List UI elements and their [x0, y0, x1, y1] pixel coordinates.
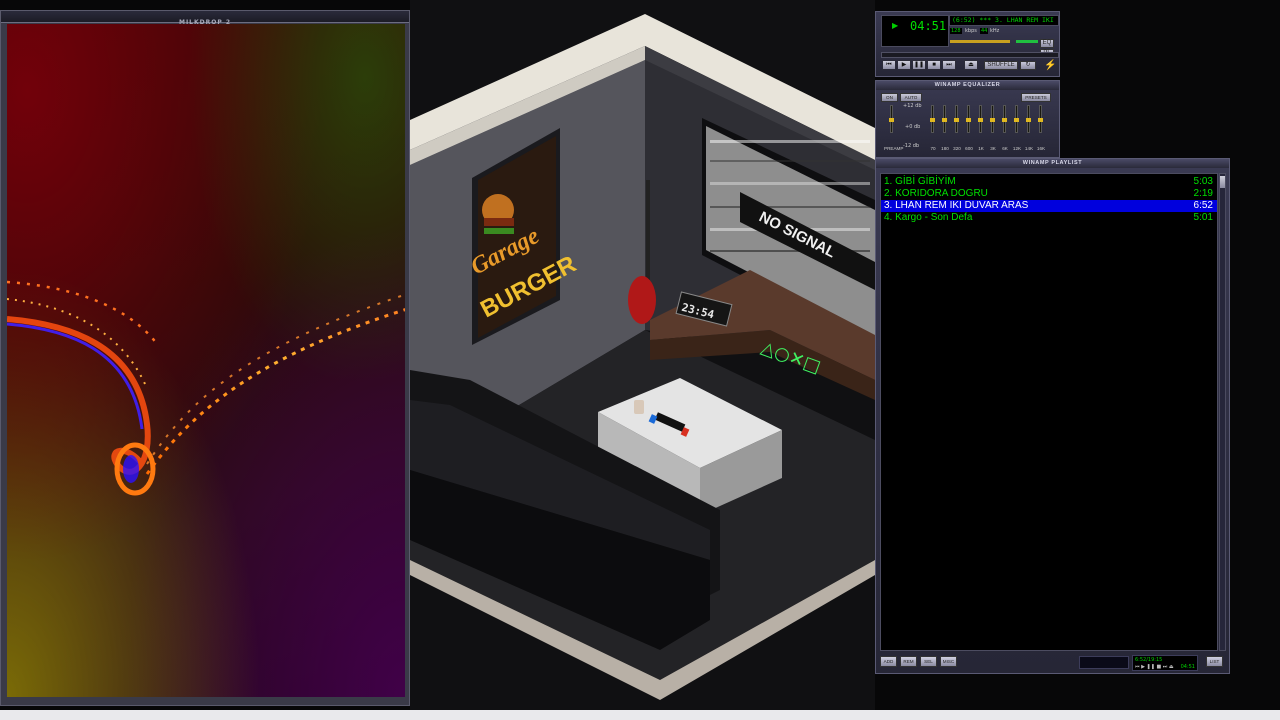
winamp-main-window[interactable]: ▶ 04:51 (6:52) *** 3. LHAN REM IKI D 128… [875, 11, 1060, 77]
eq-band-slider[interactable] [930, 105, 935, 133]
eq-band-slider[interactable] [978, 105, 983, 133]
taskbar [0, 710, 1280, 720]
next-button[interactable]: ⏭ [942, 60, 956, 70]
mini-transport-icons[interactable]: ⏮ ▶ ❚❚ ■ ⏭ ⏏ [1135, 664, 1174, 670]
eq-band-slider[interactable] [966, 105, 971, 133]
playlist-titlebar[interactable]: WINAMP PLAYLIST [876, 159, 1229, 168]
playlist-mini-time: 04:51 [1180, 664, 1195, 670]
db-mid-label: +0 db [905, 124, 921, 130]
misc-button[interactable]: MISC [940, 656, 957, 667]
samplerate-label: kHz [990, 28, 1000, 34]
eq-band-slider[interactable] [1002, 105, 1007, 133]
playlist-item-selected[interactable]: 3. LHAN REM IKI DUVAR ARAS 6:52 [881, 200, 1217, 212]
eq-on-button[interactable]: ON [881, 93, 898, 102]
desktop-wallpaper: Garage BURGER NO SIGNAL 23:54 △○✕□ [410, 0, 875, 710]
eject-button[interactable]: ⏏ [964, 60, 978, 70]
play-button[interactable]: ▶ [897, 60, 911, 70]
milkdrop-window[interactable]: MILKDROP 2 [0, 10, 410, 706]
pause-button[interactable]: ❚❚ [912, 60, 926, 70]
playlist-mini-display: 6:52/19:15 ⏮ ▶ ❚❚ ■ ⏭ ⏏ 04:51 [1132, 655, 1198, 671]
balance-slider[interactable] [1016, 40, 1038, 43]
playlist-window[interactable]: WINAMP PLAYLIST 1. GİBİ GİBİYİM 5:03 2. … [875, 158, 1230, 674]
time-display-panel: ▶ 04:51 [881, 15, 949, 47]
samplerate-value: 44 [980, 28, 989, 34]
stop-button[interactable]: ■ [927, 60, 941, 70]
eq-toggle-button[interactable]: EQ [1040, 39, 1054, 48]
track-title: 1. GİBİ GİBİYİM [884, 176, 956, 187]
track-duration: 6:52 [1193, 200, 1213, 211]
eq-auto-button[interactable]: AUTO [900, 93, 922, 102]
volume-slider[interactable] [950, 40, 1010, 43]
shuffle-button[interactable]: SHUFFLE [984, 61, 1018, 70]
playlist-time-info: 6:52/19:15 [1135, 657, 1163, 663]
db-bot-label: -12 db [903, 143, 920, 149]
track-duration: 5:03 [1193, 176, 1213, 187]
playlist-scrollbar[interactable] [1219, 173, 1226, 651]
eq-band-slider[interactable] [1014, 105, 1019, 133]
playlist-info-box [1079, 656, 1129, 669]
preamp-slider[interactable] [889, 105, 894, 133]
eq-band-slider[interactable] [954, 105, 959, 133]
elapsed-time[interactable]: 04:51 [910, 20, 946, 32]
select-button[interactable]: SEL [920, 656, 937, 667]
seek-bar[interactable] [881, 52, 1059, 58]
track-duration: 5:01 [1193, 212, 1213, 223]
eq-band-slider[interactable] [942, 105, 947, 133]
track-title: 4. Kargo - Son Defa [884, 212, 973, 223]
playlist-item[interactable]: 4. Kargo - Son Defa 5:01 [881, 212, 1217, 224]
add-button[interactable]: ADD [880, 656, 897, 667]
playlist-tracks[interactable]: 1. GİBİ GİBİYİM 5:03 2. KORIDORA DOGRU 2… [880, 173, 1218, 651]
bitrate-value: 128 [950, 28, 962, 34]
track-title: 3. LHAN REM IKI DUVAR ARAS [884, 200, 1029, 211]
preamp-label: PREAMP [884, 146, 904, 151]
song-title-marquee: (6:52) *** 3. LHAN REM IKI D [952, 16, 1058, 24]
winamp-logo-icon[interactable]: ⚡ [1044, 60, 1056, 71]
scrollbar-thumb[interactable] [1220, 176, 1225, 188]
visualizer-wave [7, 280, 405, 496]
list-button[interactable]: LIST [1206, 656, 1223, 667]
db-top-label: +12 db [903, 103, 922, 109]
isometric-room-illustration: Garage BURGER NO SIGNAL 23:54 △○✕□ [410, 14, 875, 700]
repeat-button[interactable]: ↻ [1020, 61, 1036, 70]
remove-button[interactable]: REM [900, 656, 917, 667]
eq-band-slider[interactable] [1026, 105, 1031, 133]
track-duration: 2:19 [1193, 188, 1213, 199]
eq-band-label: 16K [1036, 146, 1046, 151]
playlist-item[interactable]: 1. GİBİ GİBİYİM 5:03 [881, 176, 1217, 188]
eq-band-slider[interactable] [1038, 105, 1043, 133]
play-indicator-icon: ▶ [892, 21, 899, 30]
equalizer-window[interactable]: WINAMP EQUALIZER ON AUTO PRESETS +12 db … [875, 80, 1060, 158]
track-title: 2. KORIDORA DOGRU [884, 188, 988, 199]
eq-presets-button[interactable]: PRESETS [1021, 93, 1051, 102]
eq-band-slider[interactable] [990, 105, 995, 133]
milkdrop-titlebar[interactable]: MILKDROP 2 [1, 11, 409, 26]
equalizer-titlebar[interactable]: WINAMP EQUALIZER [876, 81, 1059, 90]
previous-button[interactable]: ⏮ [882, 60, 896, 70]
playlist-item[interactable]: 2. KORIDORA DOGRU 2:19 [881, 188, 1217, 200]
bitrate-label: kbps [965, 28, 977, 34]
song-marquee-panel: (6:52) *** 3. LHAN REM IKI D [949, 15, 1059, 26]
visualizer-canvas[interactable] [7, 24, 405, 697]
